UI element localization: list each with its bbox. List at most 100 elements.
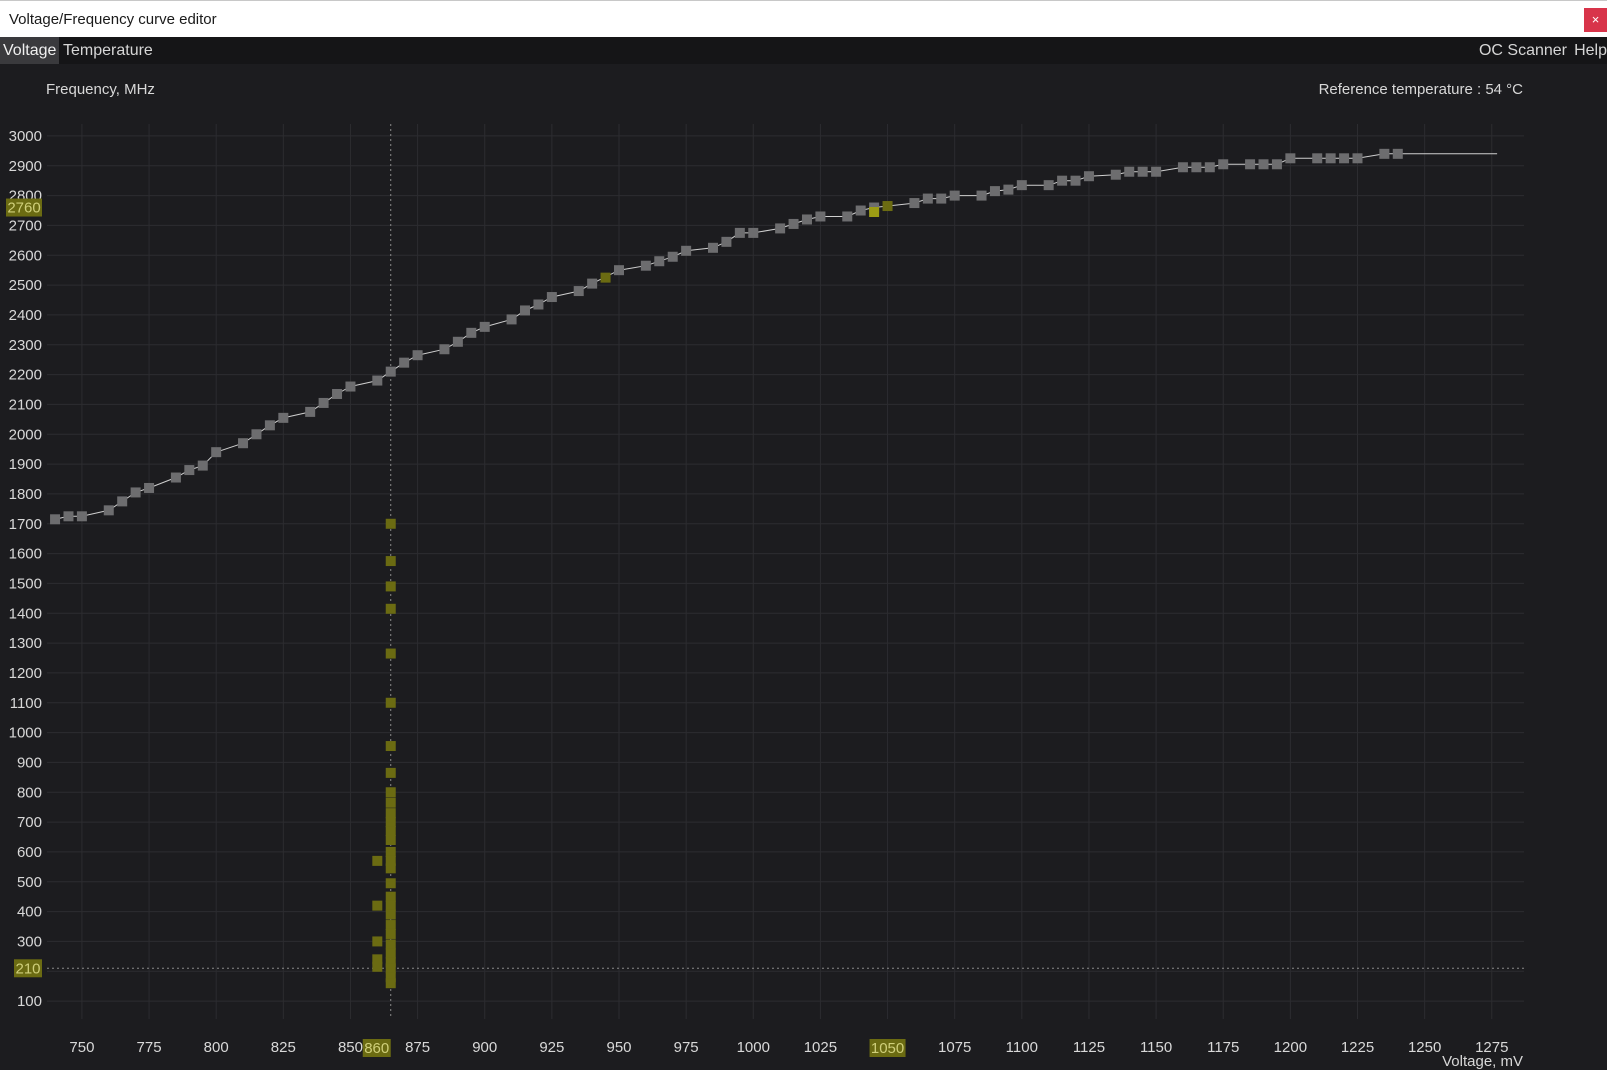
curve-point[interactable]: [587, 278, 598, 289]
x-tick-label: 950: [606, 1039, 631, 1056]
curve-point[interactable]: [385, 366, 396, 377]
menu-oc-scanner[interactable]: OC Scanner: [1479, 37, 1567, 64]
curve-point[interactable]: [117, 496, 128, 507]
vf-curve-chart[interactable]: 100 300 400 500 600 700 800 900 1000 1100 1200 1300…: [0, 64, 1607, 1070]
curve-point[interactable]: [76, 511, 87, 522]
menu-temperature[interactable]: Temperature: [63, 37, 153, 64]
curve-point[interactable]: [546, 292, 557, 303]
curve-point[interactable]: [681, 245, 692, 256]
curve-point[interactable]: [989, 186, 1000, 197]
curve-point[interactable]: [1057, 175, 1068, 186]
curve-point[interactable]: [305, 406, 316, 417]
distribution-point: [372, 961, 383, 972]
curve-point[interactable]: [573, 286, 584, 297]
curve-point[interactable]: [184, 465, 195, 476]
curve-point[interactable]: [936, 193, 947, 204]
curve-point[interactable]: [801, 214, 812, 225]
curve-point[interactable]: [372, 375, 383, 386]
curve-point[interactable]: [318, 397, 329, 408]
close-button[interactable]: ×: [1584, 8, 1607, 32]
curve-point[interactable]: [721, 236, 732, 247]
y-tick-label: 1100: [10, 695, 42, 712]
curve-point[interactable]: [479, 321, 490, 332]
curve-point[interactable]: [1043, 180, 1054, 191]
curve-point[interactable]: [1110, 169, 1121, 180]
distribution-point: [385, 603, 396, 614]
window-title-bar: Voltage/Frequency curve editor ×: [0, 0, 1607, 37]
curve-point[interactable]: [1083, 171, 1094, 182]
curve-point[interactable]: [1191, 162, 1202, 173]
curve-point[interactable]: [130, 487, 141, 498]
curve-point[interactable]: [1204, 162, 1215, 173]
curve-point[interactable]: [707, 242, 718, 253]
curve-point[interactable]: [949, 190, 960, 201]
curve-point[interactable]: [976, 190, 987, 201]
menu-help[interactable]: Help: [1574, 37, 1607, 64]
curve-point[interactable]: [640, 260, 651, 271]
curve-point[interactable]: [1151, 166, 1162, 177]
curve-point[interactable]: [345, 381, 356, 392]
curve-point[interactable]: [1271, 159, 1282, 170]
curve-point[interactable]: [1392, 148, 1403, 159]
curve-point[interactable]: [734, 227, 745, 238]
curve-point[interactable]: [1258, 159, 1269, 170]
x-tick-label: 800: [204, 1039, 229, 1056]
curve-point[interactable]: [1352, 153, 1363, 164]
y-tick-label: 600: [17, 844, 42, 861]
curve-point[interactable]: [909, 198, 920, 209]
curve-point[interactable]: [533, 299, 544, 310]
curve-point[interactable]: [439, 344, 450, 355]
curve-point[interactable]: [264, 420, 275, 431]
curve-point[interactable]: [788, 218, 799, 229]
y-axis-label: Frequency, MHz: [46, 81, 155, 98]
curve-point[interactable]: [1016, 180, 1027, 191]
curve-point[interactable]: [1339, 153, 1350, 164]
y-tick-label: 1200: [9, 665, 42, 682]
curve-point[interactable]: [332, 388, 343, 399]
curve-point[interactable]: [922, 193, 933, 204]
curve-point[interactable]: [1177, 162, 1188, 173]
curve-point[interactable]: [855, 205, 866, 216]
curve-point[interactable]: [399, 357, 410, 368]
curve-point[interactable]: [1218, 159, 1229, 170]
curve-point[interactable]: [211, 447, 222, 458]
distribution-point: [385, 556, 396, 567]
curve-point[interactable]: [775, 223, 786, 234]
curve-point[interactable]: [452, 336, 463, 347]
curve-point[interactable]: [614, 265, 625, 276]
y-tick-label: 2500: [9, 277, 42, 294]
curve-point[interactable]: [466, 327, 477, 338]
curve-point-highlighted[interactable]: [600, 272, 611, 283]
curve-point[interactable]: [1137, 166, 1148, 177]
curve-point[interactable]: [1003, 184, 1014, 195]
curve-point[interactable]: [520, 305, 531, 316]
curve-point[interactable]: [103, 505, 114, 516]
curve-point[interactable]: [1285, 153, 1296, 164]
curve-point[interactable]: [1325, 153, 1336, 164]
curve-point-highlighted[interactable]: [869, 207, 880, 218]
distribution-point: [385, 797, 396, 808]
curve-point[interactable]: [197, 460, 208, 471]
curve-point[interactable]: [842, 211, 853, 222]
curve-point[interactable]: [815, 211, 826, 222]
curve-point[interactable]: [1312, 153, 1323, 164]
vf-curve-chart-area[interactable]: 100 300 400 500 600 700 800 900 1000 1100 1200 1300…: [0, 64, 1607, 1070]
curve-point[interactable]: [278, 412, 289, 423]
curve-point[interactable]: [238, 438, 249, 449]
curve-point[interactable]: [1379, 148, 1390, 159]
curve-point[interactable]: [667, 251, 678, 262]
curve-point[interactable]: [1070, 175, 1081, 186]
curve-point[interactable]: [654, 256, 665, 267]
curve-point[interactable]: [506, 314, 517, 325]
curve-point[interactable]: [144, 482, 155, 493]
curve-point[interactable]: [170, 472, 181, 483]
curve-point[interactable]: [412, 350, 423, 361]
curve-point[interactable]: [50, 514, 61, 525]
curve-point[interactable]: [63, 511, 74, 522]
curve-point[interactable]: [1245, 159, 1256, 170]
curve-point[interactable]: [251, 429, 262, 440]
menu-voltage[interactable]: Voltage: [0, 37, 60, 64]
curve-point[interactable]: [748, 227, 759, 238]
curve-point-highlighted[interactable]: [882, 201, 893, 212]
curve-point[interactable]: [1124, 166, 1135, 177]
